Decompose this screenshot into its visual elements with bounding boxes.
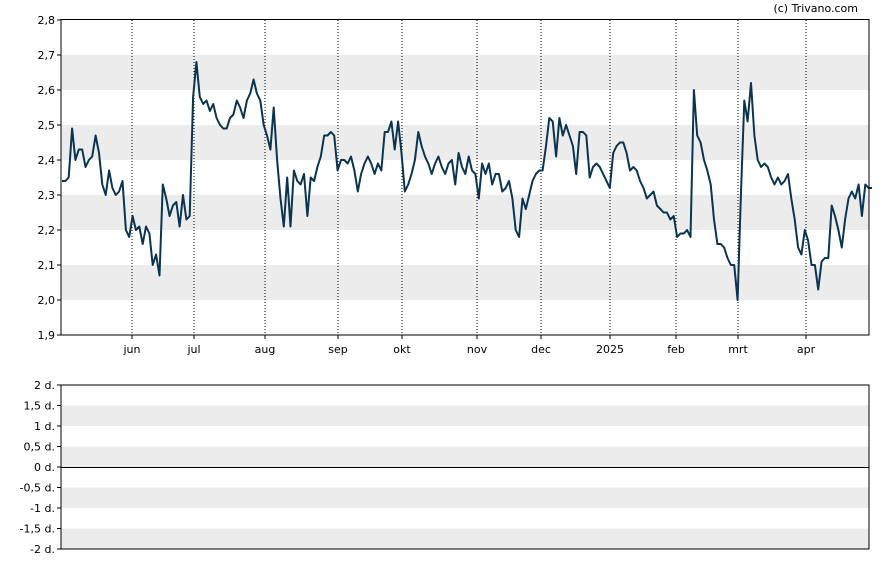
y-tick-label: 2 d. [34, 379, 55, 392]
y-tick-label: 1,5 d. [24, 400, 55, 413]
grid-band [61, 528, 869, 549]
bottom-chart-bands [61, 405, 869, 549]
x-tick-label: jul [186, 343, 200, 356]
grid-band [61, 55, 869, 90]
grid-band [61, 265, 869, 300]
x-tick-label: jun [123, 343, 141, 356]
top-chart-y-axis: 1,9 2,0 2,1 2,2 2,3 2,4 2,5 2,6 2,7 2,8 [38, 14, 61, 342]
y-tick-label: 2,0 [38, 294, 56, 307]
grid-band [61, 125, 869, 160]
y-tick-label: -0,5 d. [20, 482, 55, 495]
x-tick-label: 2025 [596, 343, 624, 356]
lower-panel-chart: 2 d. 1,5 d. 1 d. 0,5 d. 0 d. -0,5 d. -1 d. -1,5… [20, 379, 870, 556]
grid-band [61, 405, 869, 426]
y-tick-label: 2,4 [38, 154, 56, 167]
x-tick-label: dec [531, 343, 551, 356]
x-tick-label: nov [467, 343, 488, 356]
price-chart: 1,9 2,0 2,1 2,2 2,3 2,4 2,5 2,6 2,7 2,8 jun jul aug… [38, 14, 872, 356]
y-tick-label: 1,9 [38, 329, 56, 342]
top-chart-bands [61, 55, 869, 300]
y-tick-label: 2,8 [38, 14, 56, 27]
y-tick-label: 2,5 [38, 119, 56, 132]
x-tick-label: aug [255, 343, 276, 356]
y-tick-label: 1 d. [34, 420, 55, 433]
y-tick-label: 2,6 [38, 84, 56, 97]
top-chart-x-axis: jun jul aug sep okt nov dec 2025 feb mrt apr [123, 335, 816, 356]
bottom-chart-y-axis: 2 d. 1,5 d. 1 d. 0,5 d. 0 d. -0,5 d. -1 d. -1,5… [20, 379, 61, 556]
x-tick-label: sep [328, 343, 347, 356]
price-series-line [62, 61, 872, 301]
y-tick-label: -1,5 d. [20, 523, 55, 536]
grid-band [61, 487, 869, 508]
y-tick-label: -2 d. [30, 543, 55, 556]
x-tick-label: okt [393, 343, 411, 356]
y-tick-label: 2,1 [38, 259, 56, 272]
x-tick-label: mrt [728, 343, 748, 356]
y-tick-label: 2,2 [38, 224, 56, 237]
y-tick-label: 0,5 d. [24, 441, 55, 454]
y-tick-label: 2,7 [38, 49, 56, 62]
y-tick-label: -1 d. [30, 502, 55, 515]
x-tick-label: feb [667, 343, 685, 356]
x-tick-label: apr [797, 343, 816, 356]
y-tick-label: 2,3 [38, 189, 56, 202]
copyright-text: (c) Trivano.com [773, 2, 858, 15]
y-tick-label: 0 d. [34, 461, 55, 474]
grid-band [61, 446, 869, 467]
chart-canvas: (c) Trivano.com 1,9 2,0 2,1 2,2 2,3 2,4 2,5 2,6… [20, 2, 872, 556]
